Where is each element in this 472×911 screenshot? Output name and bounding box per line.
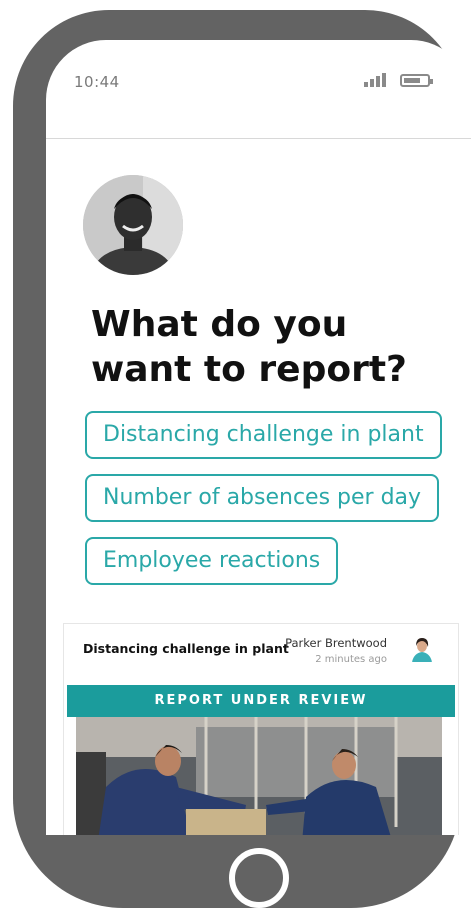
option-number-of-absences[interactable]: Number of absences per day — [85, 474, 440, 522]
phone-frame: 10:44 What do you want to report? Distan… — [13, 10, 471, 908]
report-title: Distancing challenge in plant — [83, 641, 289, 656]
author-avatar — [410, 636, 434, 662]
user-avatar[interactable] — [83, 175, 183, 275]
home-button[interactable] — [229, 848, 289, 908]
page-title: What do you want to report? — [91, 304, 407, 390]
status-bar: 10:44 — [46, 40, 471, 139]
signal-bars-icon — [364, 73, 392, 87]
report-card[interactable]: Distancing challenge in plant Parker Bre… — [63, 623, 459, 835]
status-time: 10:44 — [74, 73, 120, 91]
report-status-banner: REPORT UNDER REVIEW — [67, 685, 455, 717]
report-timestamp: 2 minutes ago — [315, 654, 387, 665]
phone-screen: 10:44 What do you want to report? Distan… — [46, 40, 471, 835]
report-author: Parker Brentwood — [285, 636, 387, 650]
battery-icon — [400, 74, 433, 87]
report-photo — [76, 717, 442, 835]
option-employee-reactions[interactable]: Employee reactions — [85, 537, 339, 585]
option-distancing-challenge[interactable]: Distancing challenge in plant — [85, 411, 442, 459]
